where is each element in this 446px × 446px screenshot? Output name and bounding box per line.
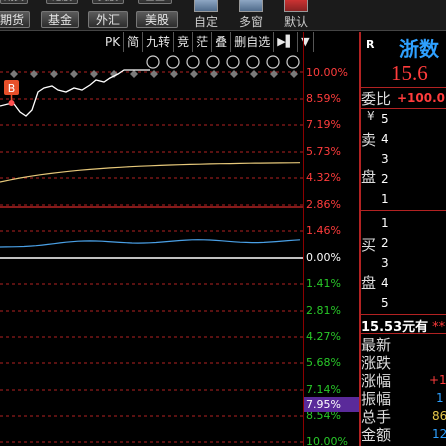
us-stocks-top-button[interactable]: 美股 [92, 0, 124, 4]
zoom-in-icon [266, 55, 280, 69]
pct-label-down-3: 4.27% [306, 330, 341, 343]
wei-bi-value: +100.0 [397, 91, 446, 105]
zoom-out-icon [286, 55, 300, 69]
pct-label-up-4: 5.73% [306, 145, 341, 158]
custom-layout-icon [194, 0, 218, 12]
pct-label-down-7: 10.00% [306, 435, 348, 446]
buy-label-1: 买 [361, 236, 377, 254]
sell-level-4: 4 [381, 132, 389, 146]
buy-level-1: 1 [381, 216, 389, 230]
lock-icon [246, 55, 260, 69]
divider-orderbook [361, 210, 446, 211]
pct-label-up-7: 1.46% [306, 224, 341, 237]
diamond-marker [230, 70, 238, 78]
pct-label-down-1: 1.41% [306, 277, 341, 290]
diamond-marker [290, 70, 298, 78]
diamond-marker [130, 70, 138, 78]
us-stocks-button[interactable]: 美股 [136, 11, 178, 28]
average-line [0, 162, 301, 183]
sell-label-1: 卖 [361, 131, 377, 149]
diamond-marker [170, 70, 178, 78]
r-badge: R [366, 38, 375, 51]
pct-label-up-2: 8.59% [306, 92, 341, 105]
hk-stocks-top-button[interactable]: 港股 [46, 0, 78, 4]
default-layout-icon [284, 0, 308, 12]
sell-label-2: 盘 [361, 168, 377, 186]
pct-label-down-5: 7.14% [306, 383, 341, 396]
hand-icon [166, 55, 180, 69]
sell-level-3: 3 [381, 152, 389, 166]
forex-button[interactable]: 外汇 [88, 11, 128, 28]
diamond-marker [150, 70, 158, 78]
buy-level-5: 5 [381, 296, 389, 310]
multi-window-icon [239, 0, 263, 12]
price-axis-line [303, 32, 304, 446]
multi-window-button[interactable]: 多窗 [231, 0, 271, 31]
eye-icon [146, 55, 160, 69]
pct-label-zero: 0.00% [306, 251, 341, 264]
futures-top-button[interactable]: 期货 [0, 0, 28, 4]
diamond-marker [270, 70, 278, 78]
futures-button[interactable]: 期货 [0, 11, 30, 28]
buy-level-2: 2 [381, 236, 389, 250]
scissors-icon [226, 55, 240, 69]
field-value-change-pct: +1 [429, 373, 446, 387]
undo-icon [206, 55, 220, 69]
wei-bi-label: 委比 [361, 90, 392, 108]
sell-level-5: 5 [381, 112, 389, 126]
buy-marker: B [4, 80, 19, 106]
quote-panel: R 浙数 15.6 委比 +100.0 ¥ 卖 盘 5 4 3 2 1 买 盘 … [361, 32, 446, 446]
default-layout-button[interactable]: 默认 [276, 0, 316, 31]
sell-level-1: 1 [381, 192, 389, 206]
pct-label-down-4: 5.68% [306, 356, 341, 369]
pct-label-up-6: 2.86% [306, 198, 341, 211]
custom-layout-label: 自定 [193, 15, 218, 29]
stock-name: 浙数 [399, 37, 439, 61]
diamond-marker [210, 70, 218, 78]
play-icon [186, 55, 200, 69]
yen-icon: ¥ [367, 109, 375, 123]
multi-window-label: 多窗 [238, 15, 263, 29]
field-value-volume: 86 [432, 409, 446, 423]
diamond-marker [250, 70, 258, 78]
pct-label-up-5: 4.32% [306, 171, 341, 184]
field-value-amplitude: 1 [436, 391, 444, 405]
top-toolbar: 期货 港股 美股 基金 期货 基金 外汇 美股 自定 多窗 默认 [0, 0, 446, 31]
default-layout-label: 默认 [283, 15, 308, 29]
current-price: 15.6 [391, 61, 428, 85]
pct-label-up-1: 10.00% [306, 66, 348, 79]
field-label-amount: 金额 [361, 426, 392, 444]
buy-level-3: 3 [381, 256, 389, 270]
buy-marker-label: B [8, 82, 16, 95]
divider-limit [361, 314, 446, 315]
diamond-marker [90, 70, 98, 78]
diamond-marker [190, 70, 198, 78]
pct-label-up-3: 7.19% [306, 118, 341, 131]
pct-label-down-2: 2.81% [306, 304, 341, 317]
fund-button[interactable]: 基金 [41, 11, 79, 28]
indicator-line [0, 239, 301, 248]
fund-top-button[interactable]: 基金 [138, 0, 172, 4]
buy-level-4: 4 [381, 276, 389, 290]
diamond-marker [50, 70, 58, 78]
diamond-marker [30, 70, 38, 78]
diamond-marker [70, 70, 78, 78]
buy-marker-dot [8, 100, 15, 106]
field-value-amount: 12 [432, 427, 446, 441]
buy-label-2: 盘 [361, 274, 377, 292]
intraday-chart[interactable]: PK 简 九转 竞 茫 叠 删自选 ▶▌ ▼ B 10.00% 8.59% 7.… [0, 32, 361, 446]
diamond-marker [10, 70, 18, 78]
custom-layout-button[interactable]: 自定 [186, 0, 226, 31]
sell-level-2: 2 [381, 172, 389, 186]
cursor-price-tag: 7.95% [304, 397, 360, 412]
